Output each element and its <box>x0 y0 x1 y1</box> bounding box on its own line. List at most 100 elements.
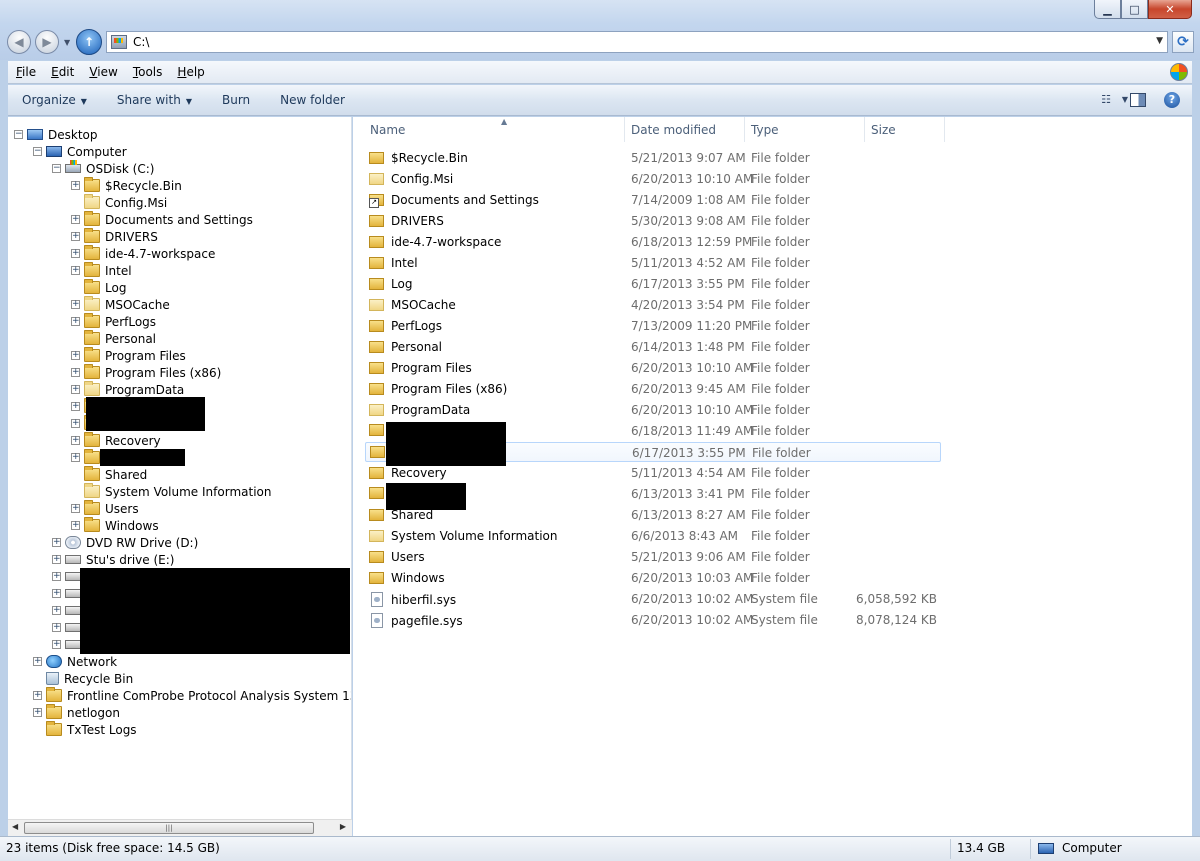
maximize-button[interactable]: □ <box>1121 0 1148 19</box>
new-folder-button[interactable]: New folder <box>280 93 345 107</box>
tree-item[interactable]: + Intel <box>71 262 132 279</box>
expand-icon[interactable]: + <box>52 555 61 564</box>
tree-item[interactable]: + Users <box>71 500 139 517</box>
file-row[interactable]: PerfLogs 7/13/2009 11:20 PM File folder <box>365 316 941 336</box>
column-type[interactable]: Type <box>745 117 865 142</box>
tree-item[interactable]: + Windows <box>71 517 159 534</box>
column-name[interactable]: Name ▲ <box>364 117 625 142</box>
expand-icon[interactable]: + <box>71 368 80 377</box>
organize-button[interactable]: Organize ▼ <box>22 93 87 107</box>
address-bar[interactable]: C:\ ▼ <box>106 31 1168 53</box>
expand-icon[interactable]: + <box>52 589 61 598</box>
tree-item[interactable]: + Program Files (x86) <box>71 364 221 381</box>
view-dropdown-icon[interactable]: ▼ <box>1122 95 1128 104</box>
file-row[interactable]: Program Files (x86) 6/20/2013 9:45 AM File… <box>365 379 941 399</box>
expand-icon[interactable]: + <box>71 419 80 428</box>
tree-item[interactable]: + ide-4.7-workspace <box>71 245 215 262</box>
file-row[interactable]: ide-4.7-workspace 6/18/2013 12:59 PM File … <box>365 232 941 252</box>
expand-icon[interactable]: + <box>71 232 80 241</box>
close-button[interactable]: ✕ <box>1148 0 1192 19</box>
address-path[interactable]: C:\ <box>133 35 149 49</box>
menu-file[interactable]: File <box>8 65 43 79</box>
file-row[interactable]: ProgramData 6/20/2013 10:10 AM File folder <box>365 400 941 420</box>
expand-icon[interactable]: + <box>71 385 80 394</box>
tree-item[interactable]: + Recovery <box>71 432 161 449</box>
tree-item[interactable]: + netlogon <box>33 704 120 721</box>
back-button[interactable]: ◀ <box>7 30 31 54</box>
refresh-button[interactable]: ⟳ <box>1172 31 1194 53</box>
file-row[interactable]: Documents and Settings 7/14/2009 1:08 AM F… <box>365 190 941 210</box>
tree-item[interactable]: + Stu's drive (E:) <box>52 551 174 568</box>
tree-item[interactable]: Personal <box>71 330 156 347</box>
scroll-thumb[interactable]: ||| <box>24 822 314 834</box>
collapse-icon[interactable]: − <box>52 164 61 173</box>
scroll-left-icon[interactable]: ◀ <box>12 822 18 831</box>
expand-icon[interactable]: + <box>71 181 80 190</box>
tree-item[interactable]: + Program Files <box>71 347 186 364</box>
view-options-icon[interactable]: ☷ <box>1101 93 1111 106</box>
tree-item[interactable]: + ProgramData <box>71 381 184 398</box>
file-row[interactable]: System Volume Information 6/6/2013 8:43 A… <box>365 526 941 546</box>
file-row[interactable]: Users 5/21/2013 9:06 AM File folder <box>365 547 941 567</box>
tree-item[interactable]: + Network <box>33 653 117 670</box>
file-row[interactable]: Intel 5/11/2013 4:52 AM File folder <box>365 253 941 273</box>
menu-tools[interactable]: Tools <box>125 65 170 79</box>
file-row[interactable]: $Recycle.Bin 5/21/2013 9:07 AM File folder <box>365 148 941 168</box>
tree-item[interactable]: − Computer <box>33 143 127 160</box>
recent-pages-dropdown[interactable]: ▼ <box>64 38 70 47</box>
file-row[interactable]: DRIVERS 5/30/2013 9:08 AM File folder <box>365 211 941 231</box>
file-row[interactable]: MSOCache 4/20/2013 3:54 PM File folder <box>365 295 941 315</box>
expand-icon[interactable]: + <box>33 691 42 700</box>
nav-horizontal-scrollbar[interactable]: ◀ ||| ▶ <box>8 819 352 836</box>
menu-view[interactable]: View <box>81 65 124 79</box>
tree-item[interactable]: + DRIVERS <box>71 228 158 245</box>
file-row[interactable]: pagefile.sys 6/20/2013 10:02 AM System fil… <box>365 610 941 630</box>
menu-edit[interactable]: Edit <box>43 65 81 79</box>
column-date-modified[interactable]: Date modified <box>625 117 745 142</box>
expand-icon[interactable]: + <box>71 504 80 513</box>
expand-icon[interactable]: + <box>52 538 61 547</box>
expand-icon[interactable]: + <box>71 453 80 462</box>
tree-item[interactable]: TxTest Logs <box>33 721 137 738</box>
tree-item[interactable]: + $Recycle.Bin <box>71 177 182 194</box>
share-with-button[interactable]: Share with ▼ <box>117 93 192 107</box>
expand-icon[interactable]: + <box>33 708 42 717</box>
expand-icon[interactable]: + <box>71 266 80 275</box>
preview-pane-icon[interactable] <box>1130 93 1146 107</box>
file-row[interactable]: Config.Msi 6/20/2013 10:10 AM File folder <box>365 169 941 189</box>
tree-item[interactable]: Shared <box>71 466 147 483</box>
expand-icon[interactable]: + <box>71 521 80 530</box>
tree-item[interactable]: Config.Msi <box>71 194 167 211</box>
tree-item[interactable]: + DVD RW Drive (D:) <box>52 534 198 551</box>
scroll-right-icon[interactable]: ▶ <box>340 822 346 831</box>
tree-item[interactable]: + MSOCache <box>71 296 170 313</box>
expand-icon[interactable]: + <box>71 351 80 360</box>
burn-button[interactable]: Burn <box>222 93 250 107</box>
up-button[interactable]: ↑ <box>76 29 102 55</box>
file-row[interactable]: Log 6/17/2013 3:55 PM File folder <box>365 274 941 294</box>
forward-button[interactable]: ▶ <box>35 30 59 54</box>
help-icon[interactable]: ? <box>1164 92 1180 108</box>
tree-item[interactable]: System Volume Information <box>71 483 271 500</box>
expand-icon[interactable]: + <box>52 640 61 649</box>
expand-icon[interactable]: + <box>33 657 42 666</box>
column-size[interactable]: Size <box>865 117 945 142</box>
expand-icon[interactable]: + <box>71 436 80 445</box>
tree-item[interactable]: + Documents and Settings <box>71 211 253 228</box>
file-row[interactable]: Personal 6/14/2013 1:48 PM File folder <box>365 337 941 357</box>
tree-item[interactable]: + Frontline ComProbe Protocol Analysis Sy… <box>33 687 351 704</box>
tree-item[interactable]: + PerfLogs <box>71 313 156 330</box>
tree-item[interactable]: Log <box>71 279 126 296</box>
tree-item[interactable]: − OSDisk (C:) <box>52 160 154 177</box>
tree-item[interactable]: Recycle Bin <box>33 670 133 687</box>
collapse-icon[interactable]: − <box>33 147 42 156</box>
expand-icon[interactable]: + <box>52 623 61 632</box>
minimize-button[interactable]: ▁ <box>1094 0 1121 19</box>
expand-icon[interactable]: + <box>71 402 80 411</box>
file-row[interactable]: hiberfil.sys 6/20/2013 10:02 AM System fil… <box>365 589 941 609</box>
expand-icon[interactable]: + <box>52 606 61 615</box>
file-row[interactable]: Recovery 5/11/2013 4:54 AM File folder <box>365 463 941 483</box>
expand-icon[interactable]: + <box>71 300 80 309</box>
expand-icon[interactable]: + <box>52 572 61 581</box>
expand-icon[interactable]: + <box>71 249 80 258</box>
